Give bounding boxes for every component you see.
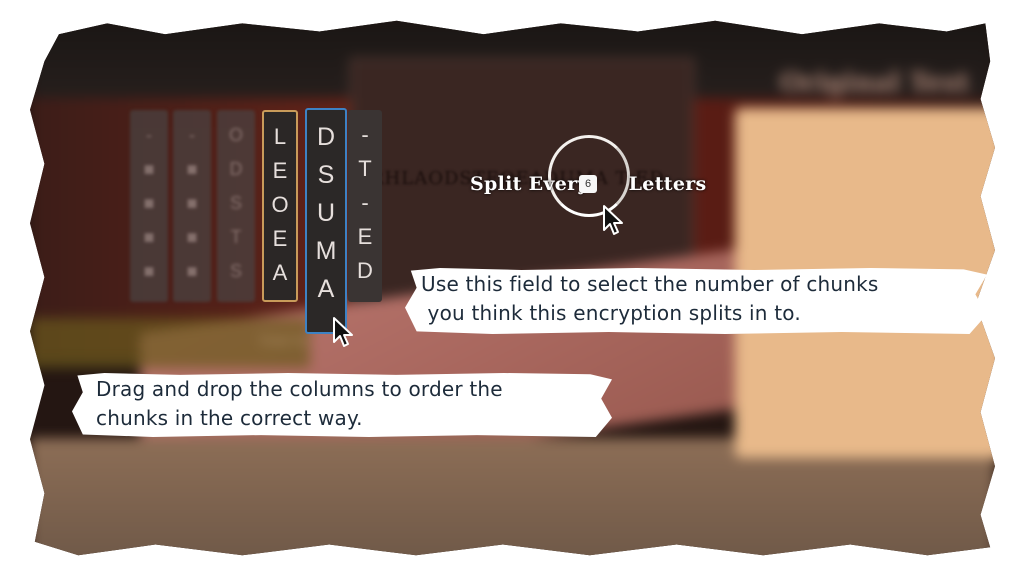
cipher-column-placed[interactable]: L E O E A xyxy=(262,110,298,302)
column-letter: D xyxy=(357,258,373,283)
column-letter: E xyxy=(272,158,288,183)
split-count-input[interactable]: 6 xyxy=(579,175,597,193)
column-letter: ■ xyxy=(186,227,198,247)
column-letter: ■ xyxy=(143,261,155,281)
column-letter: ■ xyxy=(143,193,155,213)
column-letter: U xyxy=(316,199,336,227)
column-letter: ■ xyxy=(186,261,198,281)
column-letter: O xyxy=(228,125,243,145)
callout-text-line: Drag and drop the columns to order the xyxy=(96,377,503,401)
cipher-column[interactable]: - T - E D xyxy=(348,110,382,302)
column-letter: ■ xyxy=(186,159,198,179)
column-letter: - xyxy=(146,125,152,145)
column-letter: - xyxy=(361,190,369,215)
callout-text-line: chunks in the correct way. xyxy=(96,406,363,430)
cipher-column[interactable]: - ■ ■ ■ ■ xyxy=(173,110,211,302)
column-letter: S xyxy=(317,161,335,189)
column-letter: ■ xyxy=(143,159,155,179)
column-letter: T xyxy=(230,227,242,247)
column-letter: L xyxy=(273,124,287,149)
column-letter: S xyxy=(229,193,242,213)
column-letter: ■ xyxy=(143,227,155,247)
drag-cursor-icon xyxy=(333,317,353,347)
column-letter: D xyxy=(316,123,336,151)
column-letter: - xyxy=(189,125,195,145)
split-field-callout: Use this field to select the number of c… xyxy=(405,268,987,334)
column-letter: S xyxy=(229,261,242,281)
column-letter: ■ xyxy=(186,193,198,213)
callout-text-line: Use this field to select the number of c… xyxy=(421,272,879,296)
drag-columns-callout: Drag and drop the columns to order the c… xyxy=(72,373,612,437)
column-letter: D xyxy=(229,159,243,179)
column-letter: A xyxy=(272,260,288,285)
cipher-column[interactable]: - ■ ■ ■ ■ xyxy=(130,110,168,302)
column-letter: E xyxy=(357,224,373,249)
column-letter: O xyxy=(271,192,289,217)
bg-header-text: Original Text xyxy=(780,68,970,98)
cipher-column[interactable]: O D S T S xyxy=(217,110,255,302)
cipher-column-dragging[interactable]: D S U M A xyxy=(305,108,347,334)
column-letter: T xyxy=(358,156,372,181)
split-label-before: Split Every xyxy=(470,173,589,195)
bg-hint-text: how to xyxy=(260,333,308,349)
mouse-cursor-icon xyxy=(603,205,623,235)
split-label-after: Letters xyxy=(628,173,707,195)
column-letter: M xyxy=(315,237,337,265)
callout-text-line: you think this encryption splits in to. xyxy=(421,301,801,325)
column-letter: E xyxy=(272,226,288,251)
column-letter: - xyxy=(361,122,369,147)
column-letter: A xyxy=(317,275,335,303)
